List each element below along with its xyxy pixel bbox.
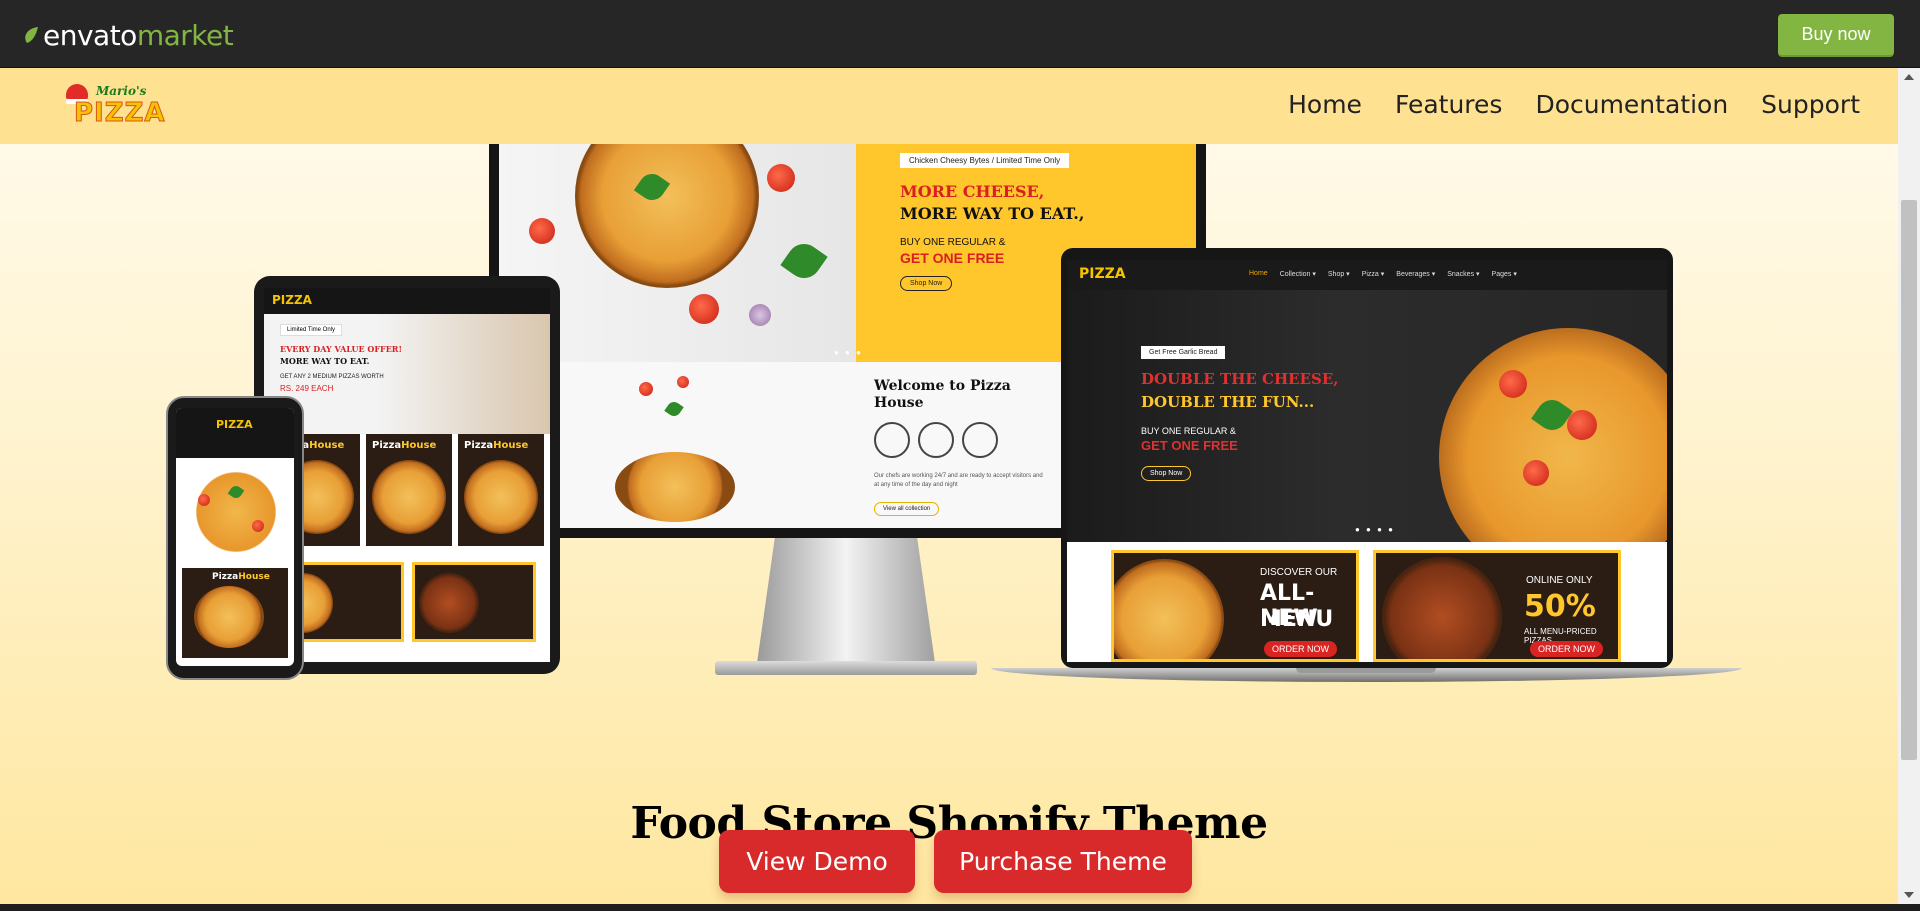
tablet-hero-banner: Limited Time Only EVERY DAY VALUE OFFER!…: [264, 314, 550, 434]
tablet-subline-1: GET ANY 2 MEDIUM PIZZAS WORTH: [280, 374, 384, 380]
theme-preview-page: Mario's PIZZA Home Features Documentatio…: [0, 68, 1898, 904]
tablet-screen: PIZZA Limited Time Only EVERY DAY VALUE …: [264, 288, 550, 662]
promo-menu-text: MENU: [1260, 607, 1334, 632]
laptop-hero-banner: Get Free Garlic Bread DOUBLE THE CHEESE,…: [1067, 290, 1667, 586]
scroll-down-arrow-icon[interactable]: [1904, 892, 1914, 898]
promo-50-percent-text: 50%: [1524, 589, 1596, 624]
laptop-headline-1: DOUBLE THE CHEESE,: [1141, 370, 1339, 388]
tablet-card-label-a: Pizza: [372, 440, 402, 451]
scrollbar-thumb[interactable]: [1901, 200, 1917, 760]
laptop-promo-menu: DISCOVER OUR ALL-NEW MENU ORDER NOW: [1111, 550, 1359, 662]
burger-icon: [918, 422, 954, 458]
logo-main-text: PIZZA: [74, 98, 166, 129]
tablet-tag: Limited Time Only: [280, 324, 343, 336]
promo-order-now-button: ORDER NOW: [1264, 641, 1337, 657]
nav-documentation[interactable]: Documentation: [1535, 90, 1728, 119]
laptop-notch: [1296, 668, 1436, 673]
envato-top-bar: envato market Buy now: [0, 0, 1920, 68]
phone-screen: PIZZA PizzaHouse: [176, 408, 294, 666]
monitor-headline-1: MORE CHEESE,: [900, 182, 1045, 201]
laptop-tag: Get Free Garlic Bread: [1141, 346, 1226, 359]
laptop-menu-item: Home: [1249, 270, 1268, 277]
promo-online-only-text: ONLINE ONLY: [1526, 575, 1593, 586]
hero-device-mockups: Chicken Cheesy Bytes / Limited Time Only…: [0, 144, 1898, 904]
laptop-menu-item: Collection ▾: [1279, 271, 1316, 278]
laptop-slider-dots: ● ● ● ●: [1355, 525, 1395, 534]
tablet-card-label-b: House: [401, 440, 437, 451]
laptop-menu-item: Snackes ▾: [1447, 271, 1480, 278]
purchase-theme-button[interactable]: Purchase Theme: [934, 830, 1192, 893]
tablet-category-cards: PizzaHouse PizzaHouse PizzaHouse: [264, 434, 550, 546]
monitor-welcome-title: Welcome to Pizza House: [874, 378, 1011, 411]
tablet-site-nav: PIZZA: [264, 288, 550, 314]
monitor-description: Our chefs are working 24/7 and are ready…: [874, 473, 1043, 488]
nav-home[interactable]: Home: [1288, 90, 1362, 119]
tablet-card-label-b: House: [309, 440, 345, 451]
laptop-menu-item: Shop ▾: [1327, 271, 1350, 278]
laptop-site-nav: PIZZA Home Collection ▾ Shop ▾ Pizza ▾ B…: [1067, 260, 1667, 290]
envato-logo-word: envato: [43, 18, 137, 52]
view-demo-button[interactable]: View Demo: [719, 830, 915, 893]
pizza-icon: [874, 422, 910, 458]
tablet-card: PizzaHouse: [458, 434, 544, 546]
laptop-subline-2: GET ONE FREE: [1141, 438, 1238, 453]
logo-script-text: Mario's: [96, 84, 147, 98]
laptop-site-logo: PIZZA: [1079, 266, 1126, 282]
phone-site-logo: PIZZA: [216, 418, 253, 431]
laptop-menu-item: Pizza ▾: [1361, 271, 1385, 278]
monitor-stand-base: [715, 661, 977, 675]
tablet-headline-2: MORE WAY TO EAT.: [280, 356, 370, 366]
promo-order-now-button: ORDER NOW: [1530, 641, 1603, 657]
monitor-headline-2: MORE WAY TO EAT.,: [900, 204, 1085, 223]
promo-discover-text: DISCOVER OUR: [1260, 567, 1338, 578]
nav-features[interactable]: Features: [1395, 90, 1503, 119]
site-logo[interactable]: Mario's PIZZA: [64, 82, 165, 129]
laptop-promo-row: DISCOVER OUR ALL-NEW MENU ORDER NOW ONLI…: [1067, 542, 1667, 662]
tablet-headline-1: EVERY DAY VALUE OFFER!: [280, 344, 402, 354]
laptop-menu-item: Beverages ▾: [1396, 271, 1436, 278]
phone-site-nav: PIZZA: [176, 408, 294, 458]
laptop-mockup: PIZZA Home Collection ▾ Shop ▾ Pizza ▾ B…: [1061, 248, 1673, 668]
phone-card-label-b: House: [238, 572, 270, 582]
laptop-subline-1: BUY ONE REGULAR &: [1141, 426, 1236, 436]
monitor-view-collection-button: View all collection: [874, 502, 940, 516]
monitor-shop-now-button: Shop Now: [900, 276, 953, 291]
phone-category-card: PizzaHouse: [182, 568, 288, 658]
window-bottom-edge: [0, 904, 1920, 911]
laptop-shop-now-button: Shop Now: [1141, 466, 1192, 481]
monitor-slider-dots: ● ● ●: [834, 348, 863, 357]
nav-support[interactable]: Support: [1761, 90, 1860, 119]
laptop-promo-discount: ONLINE ONLY 50% ALL MENU-PRICED PIZZAS O…: [1373, 550, 1621, 662]
phone-mockup: PIZZA PizzaHouse: [166, 396, 304, 680]
envato-logo-market: market: [136, 18, 234, 52]
tablet-subline-2: RS. 249 EACH: [280, 384, 334, 393]
main-nav: Home Features Documentation Support: [1288, 90, 1860, 119]
laptop-screen: PIZZA Home Collection ▾ Shop ▾ Pizza ▾ B…: [1067, 260, 1667, 662]
buy-now-button[interactable]: Buy now: [1778, 14, 1894, 55]
monitor-subline-1: BUY ONE REGULAR &: [900, 237, 1006, 248]
tablet-card: PizzaHouse: [366, 434, 452, 546]
sandwich-icon: [962, 422, 998, 458]
envato-leaf-icon: [25, 27, 38, 43]
tablet-site-logo: PIZZA: [272, 293, 312, 307]
monitor-stand: [757, 538, 935, 663]
tablet-promo-discount: [412, 562, 536, 642]
phone-card-label-a: Pizza: [212, 572, 239, 582]
envato-market-logo[interactable]: envato market: [24, 18, 234, 52]
laptop-menu-item: Pages ▾: [1491, 271, 1517, 278]
tablet-card-label-b: House: [493, 440, 529, 451]
scroll-up-arrow-icon[interactable]: [1904, 74, 1914, 80]
monitor-feature-icons: [874, 422, 998, 458]
laptop-headline-2: DOUBLE THE FUN...: [1141, 393, 1315, 411]
tablet-card-label-a: Pizza: [464, 440, 494, 451]
site-header: Mario's PIZZA Home Features Documentatio…: [0, 68, 1898, 144]
laptop-site-menu: Home Collection ▾ Shop ▾ Pizza ▾ Beverag…: [1249, 270, 1517, 278]
monitor-tag: Chicken Cheesy Bytes / Limited Time Only: [900, 153, 1070, 168]
page-scrollbar[interactable]: [1898, 68, 1920, 904]
phone-pizza-image: [190, 466, 282, 558]
tablet-promo-row: [264, 562, 550, 642]
